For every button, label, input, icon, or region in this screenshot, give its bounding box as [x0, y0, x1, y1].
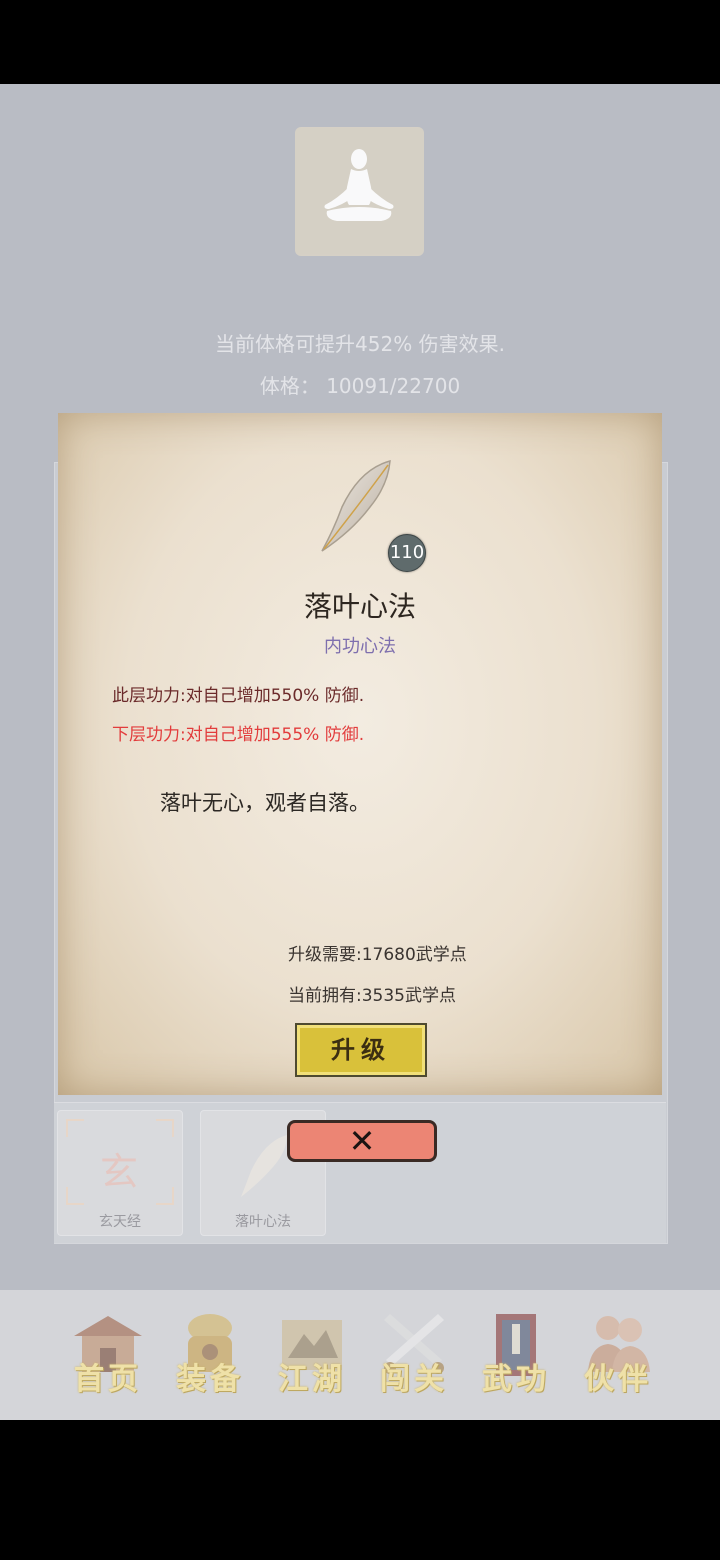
- current-layer-effect: 此层功力:对自己增加550% 防御.: [112, 686, 365, 706]
- damage-boost-text: 当前体格可提升452% 伤害效果.: [215, 332, 505, 356]
- nav-label: 武功: [482, 1362, 550, 1397]
- physique-stat: 体格： 10091/22700: [0, 370, 720, 399]
- corner-mark: [66, 1187, 84, 1205]
- skill-card-label: 落叶心法: [235, 1214, 291, 1230]
- corner-mark: [66, 1119, 84, 1137]
- level-badge: 110: [388, 534, 426, 572]
- physique-label: 体格：: [259, 374, 320, 398]
- skill-card-label: 玄天经: [99, 1214, 141, 1230]
- meditation-avatar: [295, 127, 424, 256]
- skill-name: 落叶心法: [303, 590, 416, 623]
- app-view: 当前体格可提升452% 伤害效果. 体格： 10091/22700 玄 玄天经 …: [0, 84, 720, 1420]
- nav-challenge[interactable]: 闯关: [364, 1306, 464, 1402]
- nav-companions[interactable]: 伙伴: [568, 1306, 668, 1402]
- nav-label: 闯关: [380, 1362, 448, 1397]
- leaf-icon: [241, 1135, 287, 1197]
- nav-label: 首页: [74, 1362, 142, 1397]
- meditation-icon: [324, 149, 394, 221]
- close-icon: ✕: [348, 1122, 376, 1160]
- nav-equipment[interactable]: 装备: [160, 1306, 260, 1402]
- close-button[interactable]: ✕: [287, 1120, 437, 1162]
- corner-mark: [156, 1187, 174, 1205]
- screen: 当前体格可提升452% 伤害效果. 体格： 10091/22700 玄 玄天经 …: [0, 0, 720, 1560]
- skill-type: 内功心法: [324, 636, 396, 657]
- physique-value: 10091/22700: [326, 374, 461, 398]
- next-layer-effect: 下层功力:对自己增加555% 防御.: [112, 725, 365, 745]
- skill-card-xuantian[interactable]: 玄 玄天经: [57, 1110, 183, 1236]
- nav-label: 伙伴: [584, 1362, 652, 1397]
- skill-glyph: 玄: [100, 1150, 139, 1194]
- owned-points: 当前拥有:3535武学点: [288, 986, 456, 1006]
- upgrade-button[interactable]: 升级: [295, 1023, 427, 1077]
- nav-label: 江湖: [278, 1362, 346, 1397]
- leaf-icon: [321, 460, 391, 552]
- nav-martial-arts[interactable]: 武功: [466, 1306, 566, 1402]
- nav-home[interactable]: 首页: [58, 1306, 158, 1402]
- upgrade-cost: 升级需要:17680武学点: [288, 945, 467, 965]
- skill-description: 落叶无心，观者自落。: [160, 791, 370, 815]
- bottom-navigation: 首页 装备 江湖 闯关 武功 伙伴: [0, 1290, 720, 1420]
- nav-label: 装备: [176, 1362, 244, 1397]
- corner-mark: [156, 1119, 174, 1137]
- nav-jianghu[interactable]: 江湖: [262, 1306, 362, 1402]
- skill-detail-modal: 110 落叶心法 内功心法 此层功力:对自己增加550% 防御. 下层功力:对自…: [58, 413, 662, 1095]
